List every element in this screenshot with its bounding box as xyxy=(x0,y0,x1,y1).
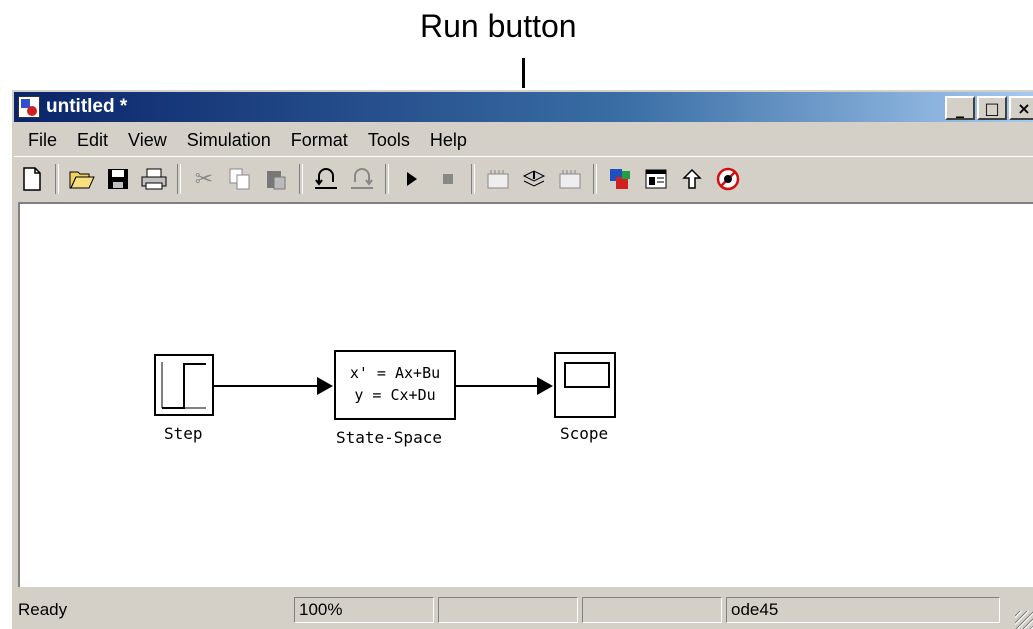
input-port-arrow xyxy=(537,377,553,395)
state-space-block-label: State-Space xyxy=(336,428,442,447)
new-model-icon[interactable] xyxy=(17,164,47,194)
toolbar-separator xyxy=(177,164,181,194)
paste-icon[interactable] xyxy=(261,164,291,194)
window-title: untitled * xyxy=(46,96,128,117)
model-canvas[interactable]: Step x' = Ax+Bu y = Cx+Du State-Space Sc… xyxy=(18,202,1033,587)
resize-grip[interactable] xyxy=(1015,611,1033,629)
state-equation: x' = Ax+Bu xyxy=(349,364,441,382)
maximize-button[interactable]: □ xyxy=(977,96,1007,120)
scope-display-icon xyxy=(564,362,610,388)
output-equation: y = Cx+Du xyxy=(354,386,436,404)
status-field xyxy=(438,597,578,623)
redo-icon[interactable] xyxy=(347,164,377,194)
title-bar[interactable]: untitled * _ □ × xyxy=(14,92,1033,122)
state-space-block[interactable]: x' = Ax+Bu y = Cx+Du xyxy=(334,350,456,420)
open-icon[interactable] xyxy=(67,164,97,194)
simulink-app-icon[interactable] xyxy=(18,96,40,118)
step-block-label: Step xyxy=(164,424,203,443)
toolbar-separator xyxy=(299,164,303,194)
signal-line[interactable] xyxy=(214,385,318,387)
status-bar: Ready 100% ode45 xyxy=(14,593,1033,627)
debug-icon[interactable] xyxy=(713,164,743,194)
menu-simulation[interactable]: Simulation xyxy=(187,130,271,151)
build-icon[interactable] xyxy=(483,164,513,194)
menu-bar: File Edit View Simulation Format Tools H… xyxy=(14,126,473,154)
minimize-button[interactable]: _ xyxy=(945,96,975,120)
toolbar-separator xyxy=(593,164,597,194)
cut-icon[interactable]: ✂ xyxy=(189,164,219,194)
stop-icon[interactable] xyxy=(433,164,463,194)
solver-name: ode45 xyxy=(726,597,1000,623)
model-explorer-icon[interactable] xyxy=(641,164,671,194)
undo-icon[interactable] xyxy=(311,164,341,194)
menu-tools[interactable]: Tools xyxy=(368,130,410,151)
go-to-parent-icon[interactable] xyxy=(677,164,707,194)
menu-format[interactable]: Format xyxy=(291,130,348,151)
zoom-level: 100% xyxy=(294,597,434,623)
update-diagram-icon[interactable] xyxy=(519,164,549,194)
simulink-model-window: untitled * _ □ × File Edit View Simulati… xyxy=(10,88,1033,629)
close-button[interactable]: × xyxy=(1009,96,1033,120)
toolbar-separator xyxy=(55,164,59,194)
scope-block-label: Scope xyxy=(560,424,609,443)
run-button-annotation: Run button xyxy=(420,8,577,44)
build-subsystem-icon[interactable] xyxy=(555,164,585,194)
library-browser-icon[interactable] xyxy=(605,164,635,194)
toolbar-separator xyxy=(385,164,389,194)
menu-view[interactable]: View xyxy=(128,130,167,151)
status-text: Ready xyxy=(18,600,68,619)
toolbar-separator xyxy=(471,164,475,194)
signal-line[interactable] xyxy=(456,385,538,387)
toolbar: ✂ xyxy=(14,156,1033,201)
menu-file[interactable]: File xyxy=(28,130,57,151)
print-icon[interactable] xyxy=(139,164,169,194)
step-block[interactable] xyxy=(154,354,214,416)
status-field xyxy=(582,597,722,623)
run-icon[interactable] xyxy=(397,164,427,194)
save-icon[interactable] xyxy=(103,164,133,194)
scope-block[interactable] xyxy=(554,352,616,418)
menu-help[interactable]: Help xyxy=(430,130,467,151)
menu-edit[interactable]: Edit xyxy=(77,130,108,151)
input-port-arrow xyxy=(317,377,333,395)
copy-icon[interactable] xyxy=(225,164,255,194)
